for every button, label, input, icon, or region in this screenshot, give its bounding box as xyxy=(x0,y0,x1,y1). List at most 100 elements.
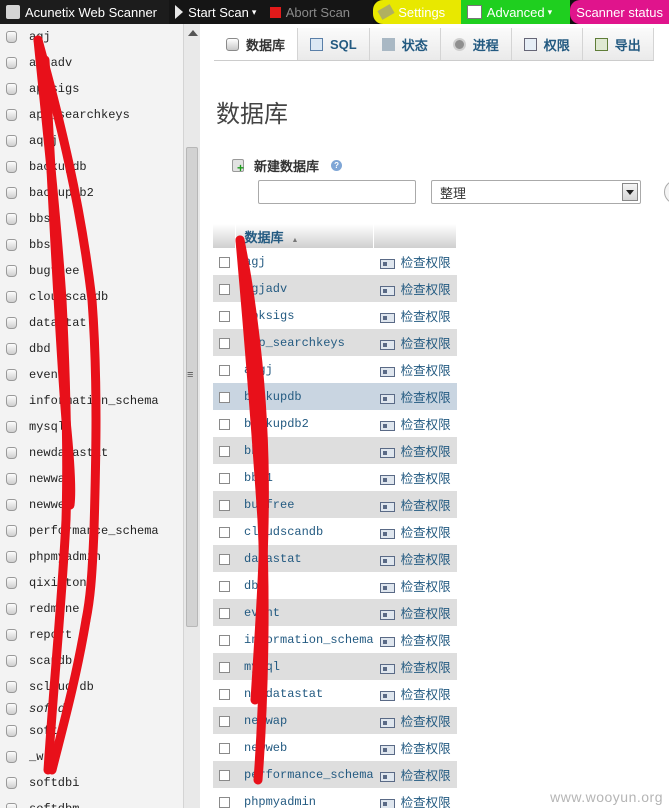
row-checkbox[interactable] xyxy=(218,364,230,376)
create-button[interactable] xyxy=(664,180,669,204)
database-name-link[interactable]: newwap xyxy=(235,707,374,734)
sidebar-item[interactable]: agjadv xyxy=(0,50,183,76)
check-privileges-link[interactable]: 检查权限 xyxy=(373,329,457,356)
database-name-link[interactable]: backupdb2 xyxy=(235,410,374,437)
database-name-link[interactable]: event xyxy=(235,599,374,626)
sidebar-item[interactable]: bugfree xyxy=(0,258,183,284)
sidebar-item[interactable]: performance_schema xyxy=(0,518,183,544)
tab-privileges[interactable]: 权限 xyxy=(512,28,583,60)
row-checkbox[interactable] xyxy=(218,310,230,322)
database-name-link[interactable]: bbs1 xyxy=(235,464,374,491)
sidebar-item[interactable]: cloudscandb xyxy=(0,284,183,310)
check-privileges-link[interactable]: 检查权限 xyxy=(373,248,457,275)
row-checkbox[interactable] xyxy=(218,418,230,430)
sidebar-item[interactable]: softd xyxy=(0,700,183,718)
check-privileges-link[interactable]: 检查权限 xyxy=(373,572,457,599)
row-checkbox[interactable] xyxy=(218,688,230,700)
database-name-link[interactable]: datastat xyxy=(235,545,374,572)
row-checkbox[interactable] xyxy=(218,283,230,295)
resize-grip-icon[interactable]: ≡ xyxy=(187,369,193,381)
database-name-link[interactable]: dbd xyxy=(235,572,374,599)
tab-sql[interactable]: SQL xyxy=(298,28,370,60)
sidebar-item[interactable]: _w xyxy=(0,744,183,770)
sidebar-item[interactable]: softdbm xyxy=(0,796,183,808)
sidebar-item[interactable]: event xyxy=(0,362,183,388)
check-privileges-link[interactable]: 检查权限 xyxy=(373,599,457,626)
check-privileges-link[interactable]: 检查权限 xyxy=(373,626,457,653)
row-checkbox[interactable] xyxy=(218,769,230,781)
column-header-database[interactable]: 数据库 ▲ xyxy=(235,224,375,248)
sidebar-item[interactable]: app_searchkeys xyxy=(0,102,183,128)
row-checkbox[interactable] xyxy=(218,634,230,646)
sidebar-item[interactable]: scandb xyxy=(0,648,183,674)
tab-export[interactable]: 导出 xyxy=(583,28,654,60)
check-privileges-link[interactable]: 检查权限 xyxy=(373,653,457,680)
check-privileges-link[interactable]: 检查权限 xyxy=(373,491,457,518)
row-checkbox[interactable] xyxy=(218,445,230,457)
database-name-input[interactable] xyxy=(258,180,416,204)
sidebar-item[interactable]: softdbi xyxy=(0,770,183,796)
database-name-link[interactable]: mysql xyxy=(235,653,374,680)
database-name-link[interactable]: cloudscandb xyxy=(235,518,374,545)
start-scan-button[interactable]: Start Scan ▾ xyxy=(169,0,264,24)
database-name-link[interactable]: newweb xyxy=(235,734,374,761)
collation-select[interactable]: 整理 xyxy=(431,180,641,204)
row-checkbox[interactable] xyxy=(218,337,230,349)
tab-status[interactable]: 状态 xyxy=(370,28,441,60)
database-name-link[interactable]: newdatastat xyxy=(235,680,374,707)
check-privileges-link[interactable]: 检查权限 xyxy=(373,788,457,808)
sidebar-item[interactable]: redmine xyxy=(0,596,183,622)
database-name-link[interactable]: bbs xyxy=(235,437,374,464)
database-name-link[interactable]: phpmyadmin xyxy=(235,788,374,808)
sidebar-item[interactable]: aqgj xyxy=(0,128,183,154)
check-privileges-link[interactable]: 检查权限 xyxy=(373,464,457,491)
sidebar-item[interactable]: datastat xyxy=(0,310,183,336)
sidebar-item[interactable]: agj xyxy=(0,24,183,50)
check-privileges-link[interactable]: 检查权限 xyxy=(373,707,457,734)
sidebar-item[interactable]: qixintong xyxy=(0,570,183,596)
row-checkbox[interactable] xyxy=(218,553,230,565)
sidebar-item[interactable]: softp xyxy=(0,718,183,744)
tab-databases[interactable]: 数据库 xyxy=(214,28,299,60)
sidebar-item[interactable]: scloud db xyxy=(0,674,183,700)
sidebar-item[interactable]: newdatastat xyxy=(0,440,183,466)
row-checkbox[interactable] xyxy=(218,391,230,403)
database-name-link[interactable]: agj xyxy=(235,248,374,275)
row-checkbox[interactable] xyxy=(218,661,230,673)
sidebar-item[interactable]: mysql xyxy=(0,414,183,440)
sidebar-item[interactable]: information_schema xyxy=(0,388,183,414)
sidebar-item[interactable]: report xyxy=(0,622,183,648)
check-privileges-link[interactable]: 检查权限 xyxy=(373,410,457,437)
row-checkbox[interactable] xyxy=(218,715,230,727)
sidebar-item[interactable]: newweb xyxy=(0,492,183,518)
check-privileges-link[interactable]: 检查权限 xyxy=(373,275,457,302)
scroll-up-icon[interactable] xyxy=(188,30,198,36)
row-checkbox[interactable] xyxy=(218,607,230,619)
sidebar-item[interactable]: bbs1 xyxy=(0,232,183,258)
database-name-link[interactable]: aqgj xyxy=(235,356,374,383)
check-privileges-link[interactable]: 检查权限 xyxy=(373,545,457,572)
database-name-link[interactable]: apksigs xyxy=(235,302,374,329)
advanced-button[interactable]: Advanced ▾ xyxy=(460,0,571,24)
sidebar-item[interactable]: backupdb2 xyxy=(0,180,183,206)
check-privileges-link[interactable]: 检查权限 xyxy=(373,302,457,329)
database-name-link[interactable]: app_searchkeys xyxy=(235,329,374,356)
sidebar-item[interactable]: backupdb xyxy=(0,154,183,180)
sidebar-item[interactable]: phpmyadmin xyxy=(0,544,183,570)
check-privileges-link[interactable]: 检查权限 xyxy=(373,383,457,410)
help-icon[interactable]: ? xyxy=(331,160,343,171)
check-privileges-link[interactable]: 检查权限 xyxy=(373,356,457,383)
check-privileges-link[interactable]: 检查权限 xyxy=(373,761,457,788)
scanner-status-button[interactable]: Scanner status xyxy=(570,0,669,24)
sidebar-item[interactable]: newwap xyxy=(0,466,183,492)
tab-processes[interactable]: 进程 xyxy=(441,28,512,60)
row-checkbox[interactable] xyxy=(218,580,230,592)
database-name-link[interactable]: backupdb xyxy=(235,383,374,410)
sidebar-item[interactable]: dbd xyxy=(0,336,183,362)
check-privileges-link[interactable]: 检查权限 xyxy=(373,734,457,761)
row-checkbox[interactable] xyxy=(218,526,230,538)
row-checkbox[interactable] xyxy=(218,472,230,484)
row-checkbox[interactable] xyxy=(218,256,230,268)
sidebar-item[interactable]: apksigs xyxy=(0,76,183,102)
database-name-link[interactable]: performance_schema xyxy=(235,761,374,788)
